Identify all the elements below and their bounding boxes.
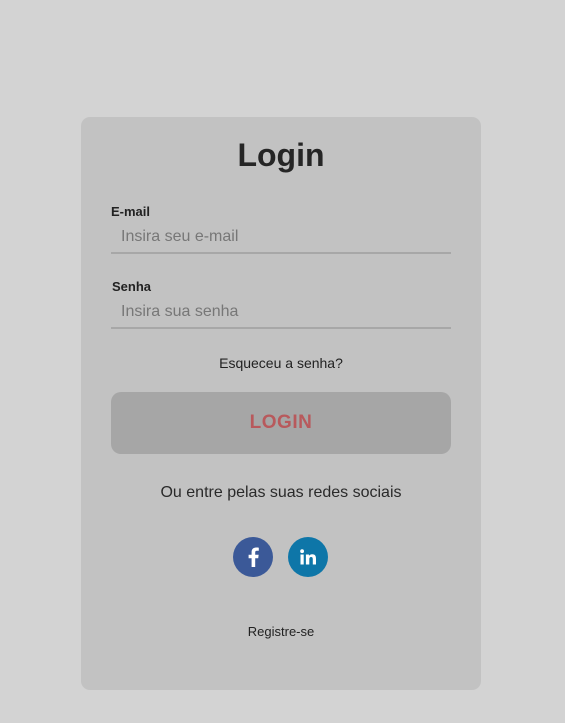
email-label: E-mail xyxy=(111,204,151,219)
page-title: Login xyxy=(237,137,325,173)
password-field[interactable] xyxy=(111,297,451,329)
login-button[interactable]: LOGIN xyxy=(111,392,451,454)
password-label: Senha xyxy=(112,279,152,294)
forgot-password-link[interactable]: Esqueceu a senha? xyxy=(0,355,562,371)
facebook-icon xyxy=(248,547,259,567)
linkedin-icon xyxy=(300,549,316,565)
social-login-prompt: Ou entre pelas suas redes sociais xyxy=(160,484,402,501)
email-field[interactable] xyxy=(111,222,451,254)
facebook-button[interactable] xyxy=(233,537,273,577)
linkedin-button[interactable] xyxy=(288,537,328,577)
register-link[interactable]: Registre-se xyxy=(0,624,562,639)
